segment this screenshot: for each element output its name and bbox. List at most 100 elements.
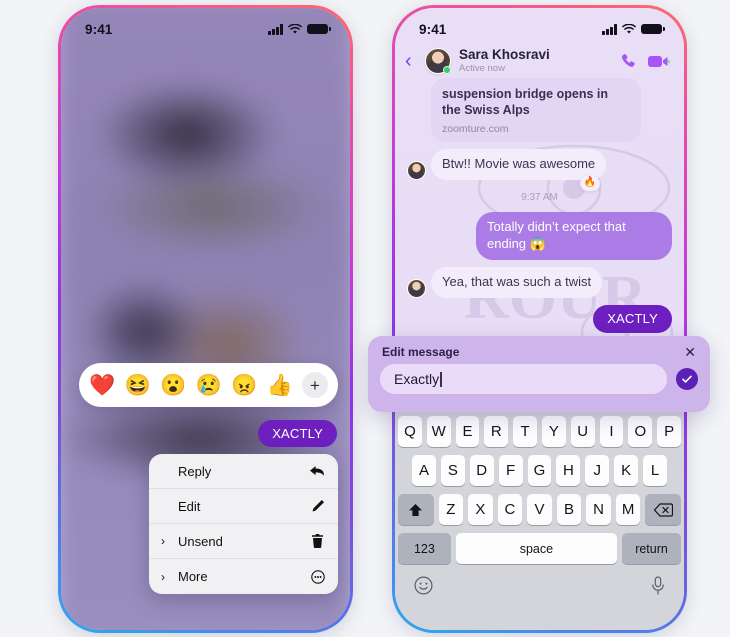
emoji-smiley-icon[interactable] <box>414 576 433 600</box>
space-key[interactable]: space <box>455 533 618 564</box>
key-g[interactable]: G <box>527 455 552 486</box>
message-bubble[interactable]: Btw!! Movie was awesome <box>431 149 607 180</box>
shift-icon[interactable] <box>398 494 434 525</box>
context-menu-item-more[interactable]: › More <box>149 559 338 594</box>
trash-icon <box>309 534 326 548</box>
key-w[interactable]: W <box>426 416 451 447</box>
key-n[interactable]: N <box>586 494 611 525</box>
contact-status: Active now <box>459 62 505 74</box>
contact-name: Sara Khosravi <box>459 47 550 63</box>
message-row-outgoing-editing[interactable]: XACTLY <box>407 304 672 334</box>
key-b[interactable]: B <box>556 494 582 525</box>
status-bar-right: 9:41 <box>395 8 684 42</box>
context-menu-item-edit[interactable]: Edit <box>149 489 338 524</box>
key-t[interactable]: T <box>513 416 537 447</box>
status-bar-left: 9:41 <box>61 8 350 42</box>
key-k[interactable]: K <box>614 455 639 486</box>
return-key[interactable]: return <box>622 533 681 564</box>
angry-reaction-icon[interactable]: 😠 <box>231 375 257 396</box>
key-u[interactable]: U <box>570 416 595 447</box>
avatar[interactable] <box>425 48 451 74</box>
ellipsis-circle-icon <box>309 569 326 584</box>
chat-header: ‹ Sara Khosravi Active now <box>395 42 684 80</box>
edit-panel-header: Edit message ✕ <box>368 336 710 359</box>
message-row-outgoing[interactable]: Totally didn’t expect that ending 😱 <box>407 211 672 260</box>
edit-panel-row: Exactly <box>368 359 710 394</box>
key-d[interactable]: D <box>469 455 494 486</box>
avatar <box>407 160 426 180</box>
close-icon[interactable]: ✕ <box>684 345 696 359</box>
context-menu-label: Edit <box>178 498 201 514</box>
backspace-icon[interactable] <box>645 494 682 525</box>
link-preview-card[interactable]: suspension bridge opens in the Swiss Alp… <box>431 78 641 142</box>
edit-panel-title: Edit message <box>382 345 460 359</box>
key-a[interactable]: A <box>412 455 436 486</box>
thumbsup-reaction-icon[interactable]: 👍 <box>267 375 293 396</box>
sad-reaction-icon[interactable]: 😢 <box>196 375 222 396</box>
context-menu-label: More <box>178 569 208 584</box>
battery-icon <box>641 23 665 35</box>
key-v[interactable]: V <box>527 494 552 525</box>
key-p[interactable]: P <box>657 416 681 447</box>
key-y[interactable]: Y <box>542 416 566 447</box>
key-q[interactable]: Q <box>398 416 422 447</box>
check-icon <box>682 375 692 383</box>
numbers-key[interactable]: 123 <box>398 533 451 564</box>
key-m[interactable]: M <box>615 494 641 525</box>
context-menu-item-unsend[interactable]: › Unsend <box>149 524 338 559</box>
edit-input-value: Exactly <box>394 371 440 387</box>
key-c[interactable]: C <box>497 494 523 525</box>
surprised-reaction-icon[interactable]: 😮 <box>160 375 186 396</box>
edit-message-panel[interactable]: Edit message ✕ Exactly <box>368 336 710 412</box>
back-chevron-icon[interactable]: ‹ <box>405 50 423 73</box>
confirm-edit-button[interactable] <box>676 368 698 390</box>
key-h[interactable]: H <box>556 455 581 486</box>
keyboard-row-1: Q W E R T Y U I O P <box>398 416 681 447</box>
key-l[interactable]: L <box>643 455 668 486</box>
fire-reaction-badge[interactable]: 🔥 <box>579 176 601 191</box>
emoji-reaction-bar[interactable]: ❤️ 😆 😮 😢 😠 👍 + <box>79 363 338 407</box>
message-bubble[interactable]: Yea, that was such a twist <box>431 266 603 298</box>
message-row-link-preview[interactable]: suspension bridge opens in the Swiss Alp… <box>407 78 672 142</box>
message-bubble[interactable]: Totally didn’t expect that ending 😱 <box>476 211 672 260</box>
phone-mockup-right: ROUR 9:41 ‹ Sara Khosravi Active now sus… <box>392 5 687 633</box>
context-menu-item-reply[interactable]: Reply <box>149 454 338 489</box>
key-e[interactable]: E <box>455 416 480 447</box>
message-bubble[interactable]: XACTLY <box>593 304 672 334</box>
online-status-dot <box>443 66 451 74</box>
status-time: 9:41 <box>85 21 113 37</box>
key-o[interactable]: O <box>628 416 653 447</box>
reply-arrow-icon <box>309 465 326 478</box>
key-z[interactable]: Z <box>438 494 464 525</box>
status-time: 9:41 <box>419 21 447 37</box>
message-row-incoming[interactable]: Yea, that was such a twist <box>407 266 672 298</box>
video-camera-icon[interactable] <box>648 54 670 69</box>
screenshot-stage: 9:41 ❤️ 😆 😮 😢 😠 👍 + XACTLY Reply Edit › … <box>0 0 730 637</box>
message-context-menu[interactable]: Reply Edit › Unsend › More <box>149 454 338 594</box>
contact-info: Sara Khosravi Active now <box>459 47 620 74</box>
link-preview-url: zoomture.com <box>442 123 509 135</box>
phone-mockup-left: 9:41 ❤️ 😆 😮 😢 😠 👍 + XACTLY Reply Edit › … <box>58 5 353 633</box>
status-icons <box>602 23 665 35</box>
key-s[interactable]: S <box>440 455 465 486</box>
phone-screen-left: 9:41 ❤️ 😆 😮 😢 😠 👍 + XACTLY Reply Edit › … <box>61 8 350 630</box>
key-i[interactable]: I <box>599 416 624 447</box>
status-icons <box>268 23 331 35</box>
edit-message-input[interactable]: Exactly <box>380 364 667 394</box>
add-reaction-button[interactable]: + <box>302 372 328 398</box>
key-j[interactable]: J <box>585 455 610 486</box>
on-screen-keyboard[interactable]: Q W E R T Y U I O P A S D F G H J K L Z … <box>395 412 684 630</box>
link-preview-title: suspension bridge opens in the Swiss Alp… <box>442 87 608 117</box>
laugh-reaction-icon[interactable]: 😆 <box>125 375 151 396</box>
microphone-icon[interactable] <box>651 576 665 600</box>
phone-icon[interactable] <box>620 53 637 70</box>
message-row-incoming[interactable]: Btw!! Movie was awesome 🔥 <box>407 149 672 191</box>
battery-icon <box>307 23 331 35</box>
cellular-signal-icon <box>268 24 283 35</box>
wifi-icon <box>622 23 636 34</box>
key-r[interactable]: R <box>484 416 509 447</box>
heart-reaction-icon[interactable]: ❤️ <box>89 375 115 396</box>
selected-message-bubble[interactable]: XACTLY <box>258 420 337 447</box>
key-f[interactable]: F <box>498 455 523 486</box>
key-x[interactable]: X <box>468 494 493 525</box>
